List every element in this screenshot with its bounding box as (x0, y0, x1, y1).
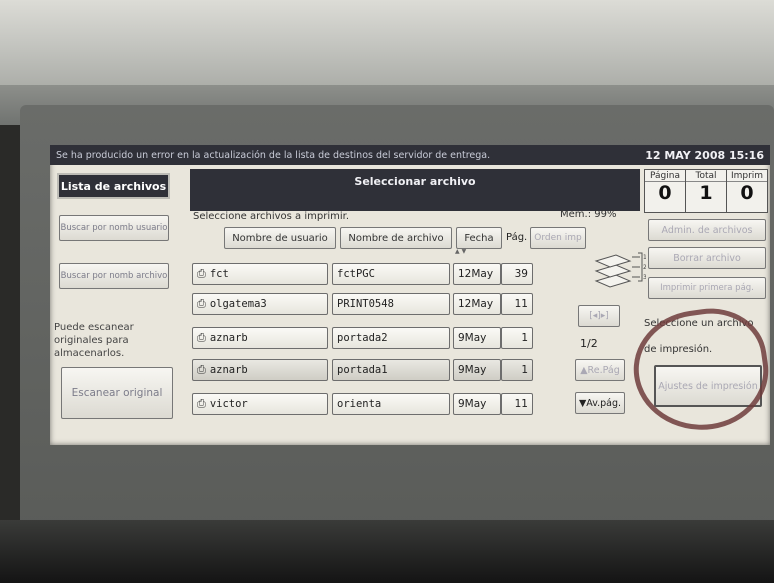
page-indicator: 1/2 (580, 337, 598, 350)
search-by-file-button[interactable]: Buscar por nomb archivo (59, 263, 169, 289)
page-title-bar: Seleccionar archivo (190, 169, 640, 211)
svg-text:2: 2 (643, 264, 646, 271)
table-row[interactable]: ⎙ olgatema3 PRINT0548 12May 11 (192, 293, 570, 315)
memory-indicator: Mem.: 99% (560, 209, 617, 220)
print-order-stack-icon: 1 2 3 (594, 252, 646, 288)
svg-text:1: 1 (643, 254, 646, 261)
delete-file-button[interactable]: Borrar archivo (648, 247, 766, 269)
status-bar: Se ha producido un error en la actualiza… (50, 145, 770, 165)
printer-icon: ⎙ (197, 331, 206, 344)
select-file-hint: Seleccione un archivo de impresión. (644, 318, 754, 355)
status-message: Se ha producido un error en la actualiza… (56, 149, 491, 161)
print-first-page-button[interactable]: Imprimir primera pág. (648, 277, 766, 299)
table-row[interactable]: ⎙ victor orienta 9May 11 (192, 393, 570, 415)
svg-text:3: 3 (643, 274, 646, 281)
prev-page-button[interactable]: ▲Re.Pág (575, 359, 625, 381)
table-row[interactable]: ⎙ aznarb portada2 9May 1 (192, 327, 570, 349)
clear-order-button[interactable]: [◂]▸] (578, 305, 620, 327)
counter-page: Página 0 (645, 170, 686, 212)
printer-icon: ⎙ (197, 397, 206, 410)
printer-icon: ⎙ (197, 297, 206, 310)
sort-arrows-icon: ▲▼ (455, 248, 469, 255)
table-row[interactable]: ⎙ fct fctPGC 12May 39 (192, 263, 570, 285)
page-counters: Página 0 Total 1 Imprim 0 (644, 169, 768, 213)
printer-icon: ⎙ (197, 267, 206, 280)
select-prompt: Seleccione archivos a imprimir. (193, 211, 350, 222)
sort-by-date-button[interactable]: Fecha (456, 227, 502, 249)
status-datetime: 12 MAY 2008 15:16 (645, 148, 764, 162)
sort-by-file-button[interactable]: Nombre de archivo (340, 227, 452, 249)
table-row[interactable]: ⎙ aznarb portada1 9May 1 (192, 359, 570, 381)
page-title: Seleccionar archivo (354, 175, 476, 188)
print-settings-button[interactable]: Ajustes de impresión (654, 365, 762, 407)
pages-column-header: Pág. (506, 232, 528, 243)
sort-by-user-button[interactable]: Nombre de usuario (224, 227, 336, 249)
scan-original-button[interactable]: Escanear original (61, 367, 173, 419)
print-order-button[interactable]: Orden imp (530, 227, 586, 249)
counter-print: Imprim 0 (727, 170, 767, 212)
next-page-button[interactable]: ▼Av.pág. (575, 392, 625, 414)
touch-screen: Se ha producido un error en la actualiza… (50, 145, 770, 445)
search-by-user-button[interactable]: Buscar por nomb usuario (59, 215, 169, 241)
device-bottom-shadow (0, 520, 774, 583)
file-management-button[interactable]: Admin. de archivos (648, 219, 766, 241)
printer-icon: ⎙ (197, 363, 206, 376)
tab-file-list[interactable]: Lista de archivos (57, 173, 170, 199)
counter-total: Total 1 (686, 170, 727, 212)
scan-info-text: Puede escanear originales para almacenar… (54, 322, 134, 359)
